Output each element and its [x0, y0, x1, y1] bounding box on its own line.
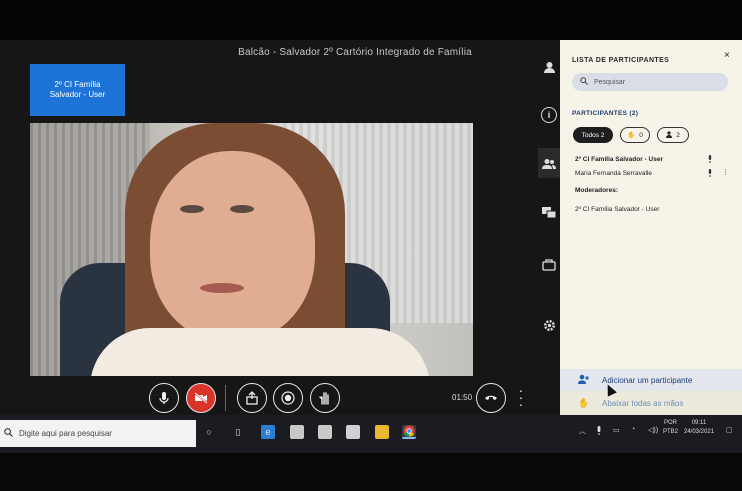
add-participant-label: Adicionar um participante [602, 375, 693, 385]
hand-icon: ✋ [627, 132, 636, 139]
info-icon[interactable]: i [541, 107, 557, 123]
microphone-icon [707, 155, 713, 165]
add-participant-button[interactable]: Adicionar um participante [560, 369, 742, 391]
participant-name[interactable]: Maria Fernanda Serravalle [575, 170, 652, 177]
hands-count: 0 [639, 131, 643, 139]
video-person-eye [180, 205, 204, 213]
clock-time: 09:11 [691, 420, 707, 426]
participant-name[interactable]: 2º CI Família Salvador - User [575, 156, 663, 163]
app-icon[interactable] [346, 425, 360, 439]
search-icon [580, 77, 588, 87]
share-screen-button[interactable] [237, 383, 267, 413]
participants-count-label: PARTICIPANTES (2) [572, 110, 639, 117]
file-explorer-icon[interactable] [375, 425, 389, 439]
volume-icon[interactable]: ◁)) [648, 426, 658, 434]
battery-icon[interactable]: ▭ [613, 426, 620, 434]
raise-hand-icon [319, 392, 329, 405]
lower-hands-button[interactable]: ✋ Abaixar todas as mãos [560, 392, 742, 414]
monitor-bezel-bottom [0, 453, 742, 491]
controls-divider [225, 385, 226, 411]
share-screen-icon [246, 391, 258, 405]
microphone-icon[interactable] [596, 426, 602, 437]
taskbar-search-placeholder: Digite aqui para pesquisar [19, 429, 112, 438]
record-icon [281, 391, 295, 405]
microphone-button[interactable] [149, 383, 179, 413]
raise-hand-button[interactable] [310, 383, 340, 413]
filter-users-chip[interactable]: 2 [657, 127, 689, 143]
lower-hands-label: Abaixar todas as mãos [602, 398, 684, 408]
video-person-mouth [200, 283, 244, 293]
leave-call-button[interactable] [476, 383, 506, 413]
screen: Balcão - Salvador 2º Cartório Integrado … [0, 40, 742, 453]
breakout-rooms-icon[interactable] [538, 254, 560, 276]
clock-date: 24/03/2021 [684, 429, 715, 435]
leave-call-icon [485, 395, 497, 400]
meeting-area: Balcão - Salvador 2º Cartório Integrado … [0, 40, 538, 415]
user-icon[interactable] [538, 56, 560, 78]
participants-panel: LISTA DE PARTICIPANTES × Pesquisar PARTI… [560, 40, 742, 415]
app-icon[interactable] [290, 425, 304, 439]
add-user-icon [578, 374, 589, 386]
filter-all-label: Todos 2 [581, 131, 605, 139]
user-icon [666, 130, 673, 140]
camera-toggle-button[interactable] [186, 383, 216, 413]
gear-icon[interactable] [538, 314, 560, 336]
record-button[interactable] [273, 383, 303, 413]
filter-hands-chip[interactable]: ✋ 0 [620, 127, 650, 143]
notifications-icon[interactable]: ▢ [726, 426, 733, 434]
language-indicator[interactable]: POR PTB2 [663, 419, 678, 437]
chrome-browser-icon[interactable] [402, 425, 416, 439]
microphone-icon [707, 169, 713, 179]
camera-off-icon [194, 392, 208, 404]
moderator-name: 2º CI Família Salvador - User [575, 206, 660, 213]
filter-all-chip[interactable]: Todos 2 [573, 127, 613, 143]
chat-icon[interactable] [538, 202, 560, 224]
video-person-shirt [90, 328, 430, 376]
participants-icon[interactable] [538, 153, 560, 175]
users-count: 2 [676, 131, 680, 139]
participant-search-input[interactable]: Pesquisar [572, 73, 728, 91]
local-user-tile[interactable]: 2º CI Família Salvador - User [30, 64, 125, 116]
chevron-up-icon[interactable]: ︿ [579, 426, 586, 436]
call-timer: 01:50 [452, 393, 473, 402]
more-options-icon[interactable]: · · · [518, 383, 524, 411]
windows-taskbar: Digite aqui para pesquisar ○ ▯ e ︿ ▭ ◔ ◁… [0, 415, 742, 453]
panel-title: LISTA DE PARTICIPANTES [572, 57, 670, 64]
keyboard-layout: PTB2 [663, 429, 679, 435]
network-icon[interactable]: ◔ [631, 426, 635, 433]
panel-footer: Adicionar um participante ✋ Abaixar toda… [560, 369, 742, 415]
language-code: POR [664, 420, 678, 426]
search-placeholder: Pesquisar [594, 78, 626, 86]
participant-video[interactable] [30, 123, 473, 376]
microphone-icon [159, 392, 169, 404]
taskbar-search-input[interactable]: Digite aqui para pesquisar [0, 420, 196, 447]
video-person-eye [230, 205, 254, 213]
side-rail: i [538, 40, 560, 415]
monitor-bezel-top [0, 0, 742, 40]
close-icon[interactable]: × [724, 50, 730, 61]
edge-browser-icon[interactable]: e [261, 425, 275, 439]
moderators-label: Moderadores: [575, 187, 618, 194]
video-person-face [150, 151, 315, 341]
task-view-icon[interactable]: ▯ [231, 425, 245, 439]
meeting-title: Balcão - Salvador 2º Cartório Integrado … [238, 47, 472, 58]
app-icon[interactable] [318, 425, 332, 439]
participant-options-icon[interactable]: ⋮ [722, 168, 729, 176]
system-clock[interactable]: 09:11 24/03/2021 [684, 419, 714, 437]
hand-icon: ✋ [578, 397, 590, 408]
call-controls: 01:50 · · · [0, 377, 538, 415]
cortana-icon[interactable]: ○ [202, 425, 216, 439]
search-icon [4, 428, 13, 439]
